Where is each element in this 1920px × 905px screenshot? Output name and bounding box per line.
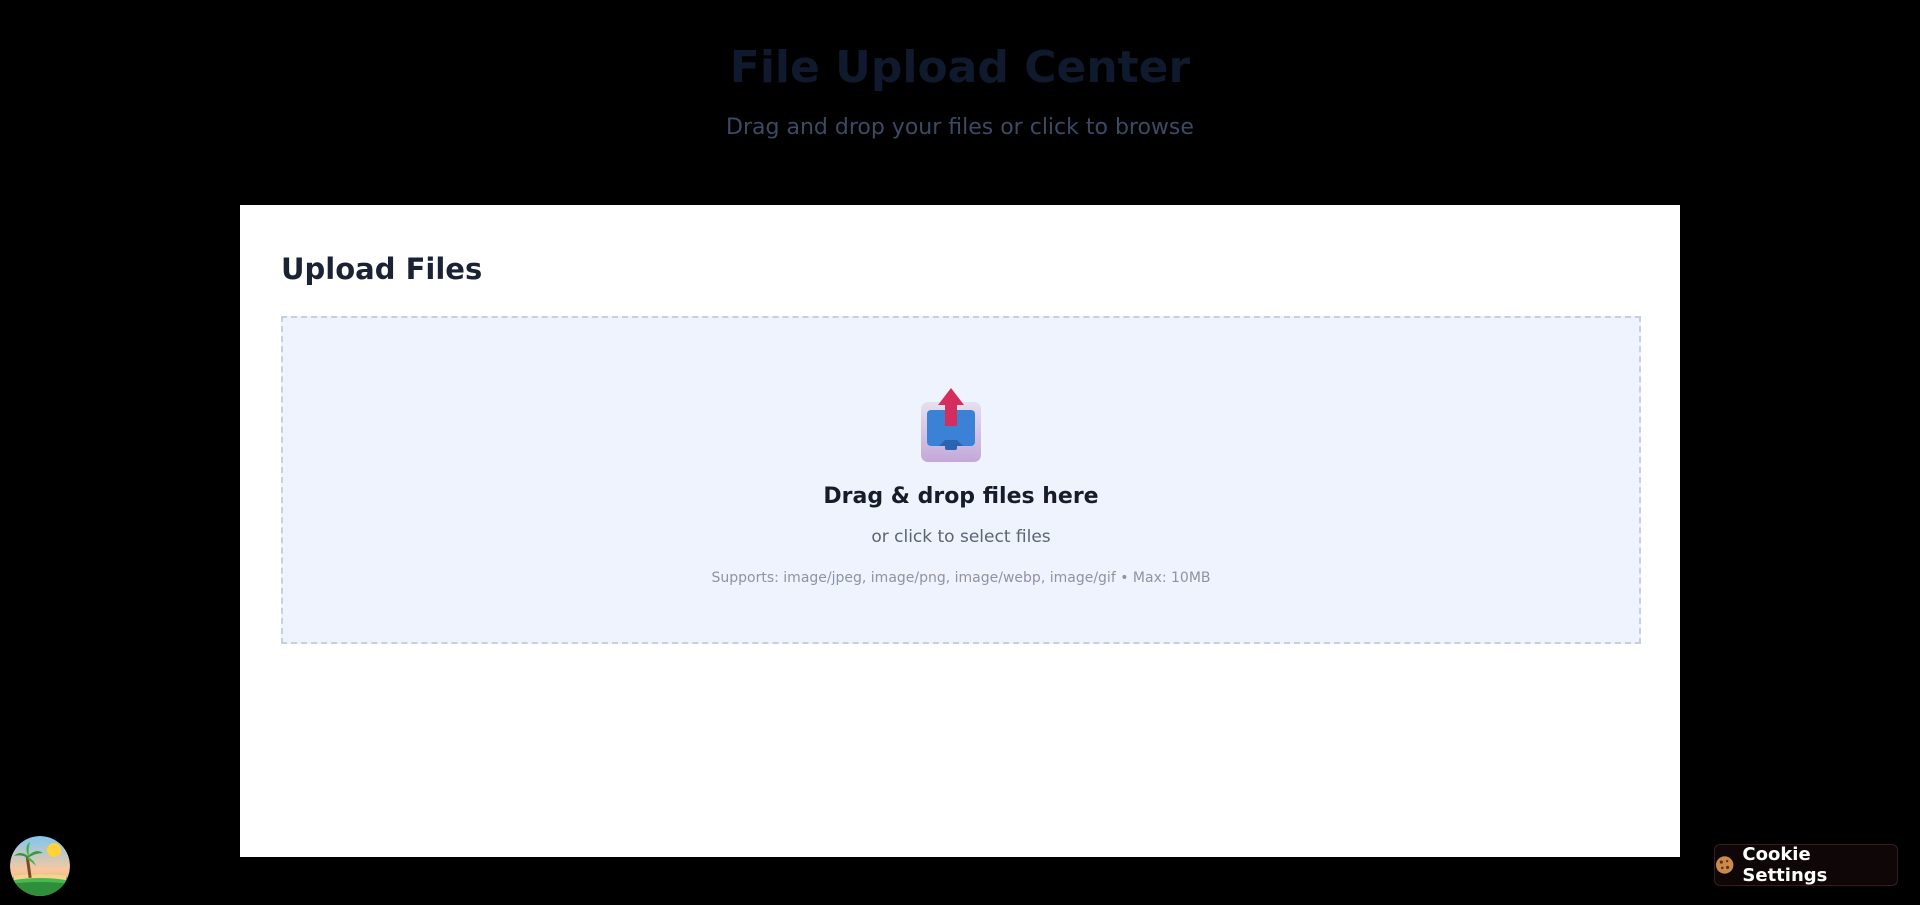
dropzone-supported-formats: Supports: image/jpeg, image/png, image/w… bbox=[711, 570, 1211, 586]
upload-card-title: Upload Files bbox=[281, 252, 483, 286]
cookie-settings-button[interactable]: Cookie Settings bbox=[1714, 844, 1898, 886]
beach-palm-avatar-icon[interactable] bbox=[10, 836, 70, 896]
beach-avatar-image bbox=[10, 836, 70, 896]
upload-tray-icon bbox=[921, 388, 981, 462]
dropzone-subtitle: or click to select files bbox=[871, 527, 1051, 547]
file-dropzone[interactable]: Drag & drop files here or click to selec… bbox=[281, 316, 1641, 644]
page-title: File Upload Center bbox=[729, 42, 1191, 93]
upload-card: Upload Files Drag & drop files here or c… bbox=[240, 205, 1680, 857]
dropzone-title: Drag & drop files here bbox=[823, 484, 1099, 509]
page-subtitle: Drag and drop your files or click to bro… bbox=[726, 115, 1194, 140]
cookie-icon bbox=[1715, 856, 1734, 874]
cookie-settings-label: Cookie Settings bbox=[1742, 844, 1828, 886]
